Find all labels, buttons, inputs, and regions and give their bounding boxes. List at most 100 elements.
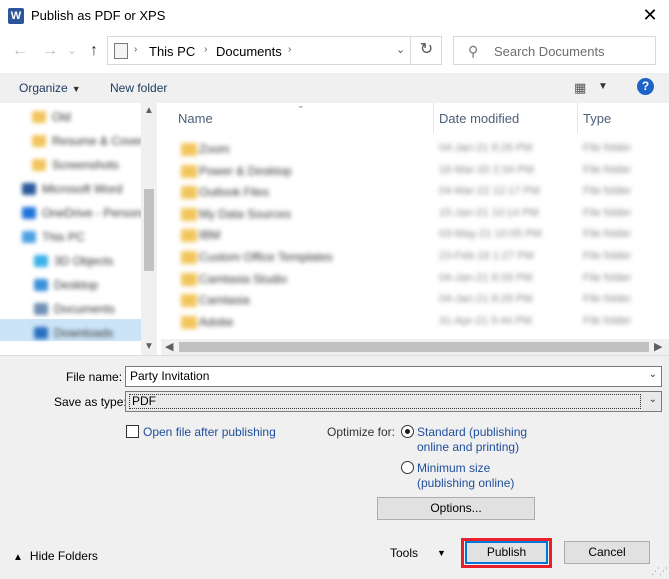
up-arrow-icon[interactable]: ↑: [84, 41, 104, 61]
hide-folders-label: Hide Folders: [29, 549, 98, 563]
recent-locations-icon[interactable]: ⌄: [62, 41, 82, 61]
column-header-name[interactable]: ⌄ Name: [161, 103, 433, 133]
file-row[interactable]: Outlook Files 04-Mar-22 12:17 PM File fold…: [161, 182, 661, 204]
nav-tree-label: Documents: [54, 302, 115, 316]
nav-tree-item[interactable]: Screenshots: [0, 156, 140, 176]
scroll-up-icon[interactable]: ▲: [144, 105, 154, 116]
nav-tree-label: 3D Objects: [54, 254, 114, 268]
file-name-cell: Camtasia: [199, 293, 250, 308]
file-row[interactable]: IBM 03-May-21 10:05 PM File folder: [161, 225, 661, 247]
hide-folders-button[interactable]: ▲ Hide Folders: [13, 549, 98, 563]
nav-tree-item[interactable]: Resume & Cover: [0, 132, 143, 152]
resize-grip-icon[interactable]: ⋰⋰: [651, 566, 668, 577]
column-header-date[interactable]: Date modified: [434, 103, 577, 133]
search-input[interactable]: ⚲ Search Documents: [453, 36, 656, 65]
standard-radio[interactable]: [401, 425, 414, 438]
word-app-icon: W: [8, 8, 24, 24]
nav-pane-scroll-thumb[interactable]: [144, 189, 154, 271]
file-row[interactable]: Camtasia 04-Jan-21 8:29 PM File folder: [161, 290, 661, 312]
folder-icon: [181, 315, 197, 329]
scroll-right-icon[interactable]: ▶: [654, 340, 662, 353]
column-name-label: Name: [178, 111, 213, 126]
nav-tree-item[interactable]: Microsoft Word: [0, 180, 140, 200]
file-name-cell: My Data Sources: [199, 206, 292, 221]
breadcrumb-this-pc[interactable]: This PC: [149, 44, 195, 59]
address-bar[interactable]: › This PC › Documents › ⌄: [107, 36, 442, 65]
standard-option-line1[interactable]: Standard (publishing: [417, 425, 527, 439]
file-row[interactable]: Power & Desktop 16-Mar-20 2:34 PM File fol…: [161, 161, 661, 183]
minimum-size-radio[interactable]: [401, 461, 414, 474]
nav-tree-item[interactable]: Desktop: [0, 276, 140, 296]
close-icon[interactable]: ✕: [637, 4, 663, 28]
folder-icon: [181, 143, 197, 156]
open-after-publishing-label[interactable]: Open file after publishing: [143, 425, 276, 439]
address-dropdown-icon[interactable]: ⌄: [396, 43, 405, 56]
refresh-button[interactable]: ↻: [410, 36, 442, 65]
minimum-option-line2[interactable]: (publishing online): [417, 476, 514, 490]
folder-icon: [181, 207, 197, 221]
tools-menu[interactable]: Tools: [390, 546, 418, 560]
file-row[interactable]: My Data Sources 15-Jan-21 10:14 PM File fo…: [161, 204, 661, 226]
title-bar: W Publish as PDF or XPS ✕: [0, 0, 669, 32]
file-type-cell: File folder: [583, 228, 632, 241]
cancel-button[interactable]: Cancel: [564, 541, 650, 564]
view-dropdown-icon[interactable]: ▼: [598, 81, 608, 92]
nav-tree-item[interactable]: This PC: [0, 228, 140, 248]
minimum-option-line1[interactable]: Minimum size: [417, 461, 490, 475]
chevron-down-icon[interactable]: ⌄: [649, 394, 657, 405]
save-as-type-label: Save as type:: [54, 395, 127, 409]
column-date-label: Date modified: [439, 111, 520, 126]
organize-menu[interactable]: Organize ▼: [19, 81, 81, 95]
back-arrow-icon[interactable]: ←: [10, 41, 30, 61]
scroll-left-icon[interactable]: ◀: [165, 340, 173, 353]
file-list: ⌄ Name Date modified Type Zoom 04-Jan-21 …: [161, 103, 669, 355]
change-view-icon[interactable]: ▦: [574, 80, 592, 95]
nav-tree-label: Desktop: [54, 278, 99, 292]
chevron-down-icon[interactable]: ▼: [437, 548, 446, 558]
breadcrumb-documents[interactable]: Documents: [216, 44, 282, 59]
new-folder-button[interactable]: New folder: [110, 81, 167, 95]
nav-tree-item[interactable]: Downloads: [0, 324, 140, 344]
forward-arrow-icon[interactable]: →: [40, 41, 60, 61]
chevron-down-icon[interactable]: ⌄: [649, 369, 657, 380]
file-name-cell: IBM: [199, 228, 221, 243]
file-name-input[interactable]: Party Invitation ⌄: [125, 366, 662, 387]
file-name-cell: Zoom: [199, 142, 230, 156]
nav-pane-scrollbar[interactable]: ▲ ▼: [141, 103, 157, 355]
this-pc-icon: [114, 43, 128, 59]
help-icon[interactable]: ?: [637, 78, 654, 95]
file-row[interactable]: Zoom 04-Jan-21 8:26 PM File folder: [161, 139, 661, 161]
options-button[interactable]: Options...: [377, 497, 535, 520]
horizontal-scrollbar[interactable]: ◀ ▶: [161, 339, 669, 355]
breadcrumb-separator-icon[interactable]: ›: [288, 44, 291, 55]
folder-icon: [181, 186, 197, 200]
file-date-cell: 16-Mar-20 2:34 PM: [439, 163, 534, 176]
horizontal-scroll-thumb[interactable]: [179, 342, 649, 352]
publish-button[interactable]: Publish: [465, 541, 548, 564]
file-row[interactable]: Camtasia Studio 04-Jan-21 8:29 PM File fol…: [161, 269, 661, 291]
nav-tree-item[interactable]: Documents: [0, 300, 140, 320]
search-placeholder: Search Documents: [494, 44, 605, 59]
nav-tree-item[interactable]: Old: [0, 108, 140, 128]
column-header-type[interactable]: Type: [578, 103, 669, 133]
folder-icon: [32, 135, 46, 147]
documents-icon: [34, 303, 48, 315]
folder-icon: [181, 229, 197, 243]
navigation-pane: Old Resume & Cover Screenshots Microsoft Wo…: [0, 103, 157, 355]
folder-icon: [181, 164, 197, 178]
breadcrumb-separator-icon[interactable]: ›: [134, 44, 137, 55]
save-as-type-select[interactable]: PDF ⌄: [125, 391, 662, 412]
nav-tree-item[interactable]: 3D Objects: [0, 252, 140, 272]
breadcrumb-separator-icon[interactable]: ›: [204, 44, 207, 55]
file-type-cell: File folder: [583, 271, 632, 284]
nav-tree-item[interactable]: OneDrive - Personal: [0, 204, 151, 224]
open-after-publishing-checkbox[interactable]: [126, 425, 139, 438]
nav-tree-label: This PC: [42, 230, 85, 244]
standard-option-line2[interactable]: online and printing): [417, 440, 519, 454]
file-row[interactable]: Adobe 31-Apr-21 5:44 PM File folder: [161, 312, 661, 334]
file-row[interactable]: Custom Office Templates 23-Feb-16 1:27 PM…: [161, 247, 661, 269]
desktop-icon: [34, 279, 48, 291]
folder-icon: [181, 272, 197, 286]
folder-icon: [32, 159, 46, 171]
scroll-down-icon[interactable]: ▼: [144, 341, 154, 352]
